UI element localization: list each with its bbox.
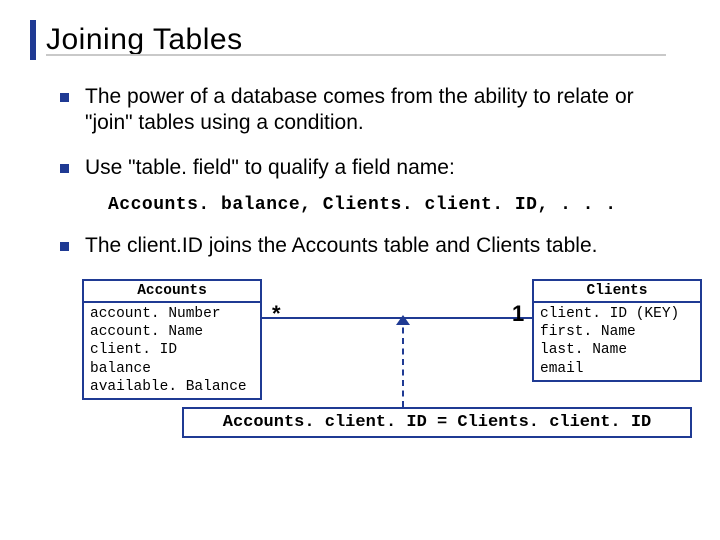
code-example: Accounts. balance, Clients. client. ID, … bbox=[108, 195, 680, 215]
accounts-fields: account. Number account. Name client. ID… bbox=[84, 303, 260, 398]
multiplicity-left: * bbox=[272, 301, 281, 327]
table-field: client. ID (KEY) bbox=[540, 305, 694, 323]
bullet-item: The client.ID joins the Accounts table a… bbox=[60, 233, 680, 259]
bullet-square-icon bbox=[60, 164, 69, 173]
clients-fields: client. ID (KEY) first. Name last. Name … bbox=[534, 303, 700, 380]
slide-body: The power of a database comes from the a… bbox=[30, 84, 690, 429]
multiplicity-right: 1 bbox=[512, 301, 524, 327]
bullet-text: The client.ID joins the Accounts table a… bbox=[85, 233, 597, 259]
clients-table-box: Clients client. ID (KEY) first. Name las… bbox=[532, 279, 702, 382]
bullet-item: Use "table. field" to qualify a field na… bbox=[60, 155, 680, 181]
bullet-text: Use "table. field" to qualify a field na… bbox=[85, 155, 455, 181]
slide: Joining Tables The power of a database c… bbox=[0, 0, 720, 540]
bullet-item: The power of a database comes from the a… bbox=[60, 84, 680, 137]
bullet-text: The power of a database comes from the a… bbox=[85, 84, 680, 137]
arrow-dashed-line bbox=[402, 317, 404, 407]
table-field: available. Balance bbox=[90, 378, 254, 396]
table-field: last. Name bbox=[540, 341, 694, 359]
table-field: account. Number bbox=[90, 305, 254, 323]
join-condition-box: Accounts. client. ID = Clients. client. … bbox=[182, 407, 692, 438]
table-field: balance bbox=[90, 360, 254, 378]
er-diagram: Accounts account. Number account. Name c… bbox=[82, 279, 720, 429]
clients-header: Clients bbox=[534, 281, 700, 303]
accounts-table-box: Accounts account. Number account. Name c… bbox=[82, 279, 262, 400]
table-field: email bbox=[540, 360, 694, 378]
title-underline bbox=[46, 54, 666, 56]
accounts-header: Accounts bbox=[84, 281, 260, 303]
table-field: account. Name bbox=[90, 323, 254, 341]
table-field: first. Name bbox=[540, 323, 694, 341]
slide-title: Joining Tables bbox=[46, 23, 243, 57]
bullet-square-icon bbox=[60, 242, 69, 251]
bullet-square-icon bbox=[60, 93, 69, 102]
table-field: client. ID bbox=[90, 341, 254, 359]
title-accent-bar bbox=[30, 20, 36, 60]
